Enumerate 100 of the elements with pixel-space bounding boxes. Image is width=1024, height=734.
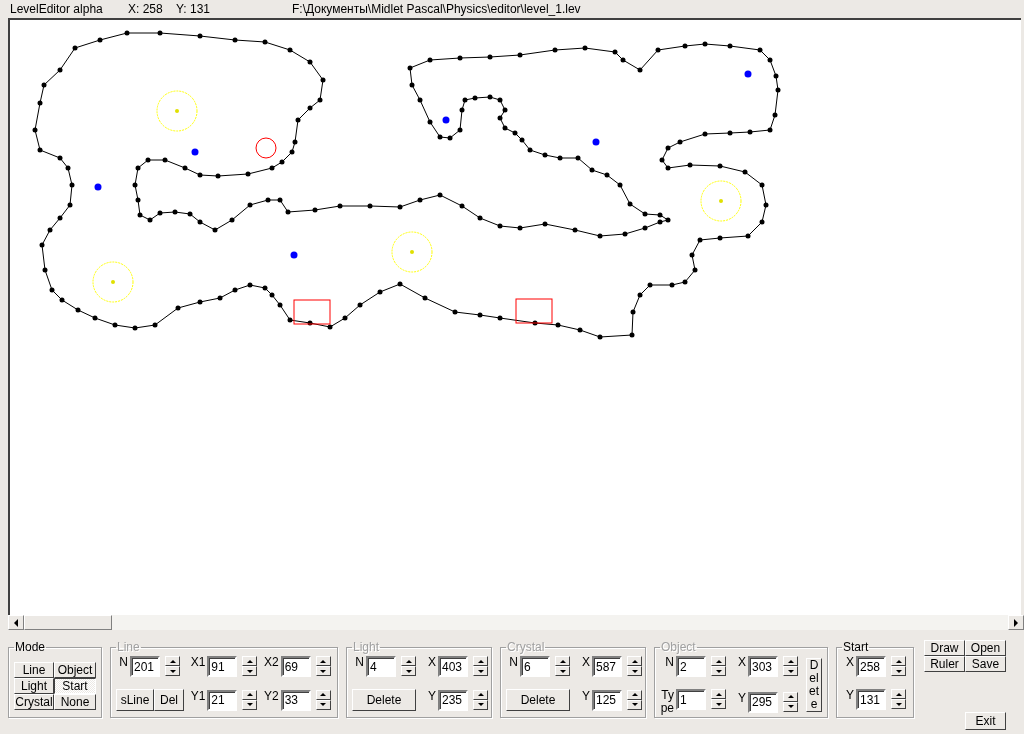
spin-down-button[interactable] <box>473 666 488 676</box>
spin-down-button[interactable] <box>783 666 798 676</box>
left-arrow-icon <box>14 618 18 627</box>
group-label: Object <box>660 640 697 654</box>
group-label: Light <box>352 640 381 654</box>
down-arrow-icon <box>631 703 638 706</box>
field-label: N <box>664 656 674 668</box>
field-label: N <box>508 656 518 668</box>
down-arrow-icon <box>246 669 253 673</box>
up-arrow-icon <box>169 659 176 663</box>
field-label: X <box>427 656 436 668</box>
scroll-left-button[interactable] <box>8 615 24 630</box>
up-arrow-icon <box>405 659 412 663</box>
down-arrow-icon <box>631 669 638 673</box>
spin-down-button[interactable] <box>401 666 416 676</box>
spin-up-button[interactable] <box>783 691 798 702</box>
up-arrow-icon <box>477 693 484 696</box>
spin-up-button[interactable] <box>401 656 416 666</box>
spin-up-button[interactable] <box>711 689 726 699</box>
crystal-dot <box>744 70 752 78</box>
up-arrow-icon <box>559 659 566 663</box>
field-label: N <box>354 656 364 668</box>
spin-up-button[interactable] <box>242 656 258 666</box>
action-button[interactable]: Save <box>965 656 1006 672</box>
up-arrow-icon <box>787 695 794 698</box>
crystal-dot <box>442 116 450 124</box>
spin-down-button[interactable] <box>783 701 798 712</box>
spin-down-button[interactable] <box>627 699 642 710</box>
down-arrow-icon <box>320 669 327 673</box>
horizontal-scrollbar[interactable] <box>8 615 1024 630</box>
crystal-dot <box>290 251 298 259</box>
spin-down-button[interactable] <box>165 666 180 676</box>
down-arrow-icon <box>715 669 722 673</box>
spin-down-button[interactable] <box>627 666 642 676</box>
spin-down-button[interactable] <box>242 666 258 676</box>
group-label: Mode <box>14 640 47 654</box>
mode-button[interactable]: Start <box>54 678 96 694</box>
spin-up-button[interactable] <box>315 689 331 700</box>
spin-up-button[interactable] <box>165 656 180 666</box>
app-title: LevelEditor alpha <box>10 2 104 16</box>
group-label: Crystal <box>506 640 546 654</box>
spin-up-button[interactable] <box>891 689 906 699</box>
spin-up-button[interactable] <box>555 656 570 666</box>
down-arrow-icon <box>246 703 253 706</box>
spin-down-button[interactable] <box>315 666 331 676</box>
spin-down-button[interactable] <box>711 699 726 709</box>
up-arrow-icon <box>715 659 722 663</box>
down-arrow-icon <box>559 669 566 673</box>
down-arrow-icon <box>320 703 327 706</box>
field-label: Y <box>845 689 854 701</box>
field-label: X2 <box>262 656 279 668</box>
spin-down-button[interactable] <box>473 699 488 710</box>
spin-up-button[interactable] <box>891 656 906 666</box>
spin-up-button[interactable] <box>711 656 726 666</box>
mode-button[interactable]: Crystal <box>14 694 54 710</box>
mode-button[interactable]: None <box>54 694 96 710</box>
spin-up-button[interactable] <box>627 689 642 700</box>
up-arrow-icon <box>895 692 902 696</box>
number-field[interactable]: 131 <box>856 689 886 710</box>
spin-up-button[interactable] <box>242 689 258 700</box>
action-button[interactable]: Ruler <box>924 656 965 672</box>
mode-button[interactable]: Object <box>54 662 96 678</box>
mode-button[interactable]: Light <box>14 678 54 694</box>
field-label: X <box>845 656 854 668</box>
up-arrow-icon <box>320 693 327 696</box>
scroll-thumb[interactable] <box>24 615 112 630</box>
field-label: Y <box>737 691 746 704</box>
spin-up-button[interactable] <box>627 656 642 666</box>
down-arrow-icon <box>895 669 902 673</box>
down-arrow-icon <box>895 702 902 706</box>
number-field[interactable]: 258 <box>856 656 886 677</box>
field-label: X1 <box>189 656 206 668</box>
scroll-right-button[interactable] <box>1008 615 1024 630</box>
down-arrow-icon <box>477 703 484 706</box>
spin-up-button[interactable] <box>315 656 331 666</box>
spin-down-button[interactable] <box>555 666 570 676</box>
up-arrow-icon <box>631 659 638 663</box>
up-arrow-icon <box>246 693 253 696</box>
spin-up-button[interactable] <box>473 689 488 700</box>
spin-down-button[interactable] <box>242 699 258 710</box>
exit-button[interactable]: Exit <box>965 712 1006 730</box>
spin-down-button[interactable] <box>315 699 331 710</box>
down-arrow-icon <box>715 702 722 706</box>
spin-down-button[interactable] <box>891 699 906 709</box>
spin-down-button[interactable] <box>711 666 726 676</box>
spin-down-button[interactable] <box>891 666 906 676</box>
spin-up-button[interactable] <box>783 656 798 666</box>
up-arrow-icon <box>320 659 327 663</box>
spin-up-button[interactable] <box>473 656 488 666</box>
object-rectangle <box>515 298 553 324</box>
group-label: Line <box>116 640 141 654</box>
down-arrow-icon <box>787 669 794 673</box>
mode-button[interactable]: Line <box>14 662 54 678</box>
field-label: X <box>581 656 590 668</box>
light-marker <box>92 261 134 303</box>
action-button[interactable]: Open <box>965 640 1006 656</box>
up-arrow-icon <box>715 692 722 696</box>
field-label: Y <box>581 689 590 702</box>
action-button[interactable]: Draw <box>924 640 965 656</box>
down-arrow-icon <box>169 669 176 673</box>
